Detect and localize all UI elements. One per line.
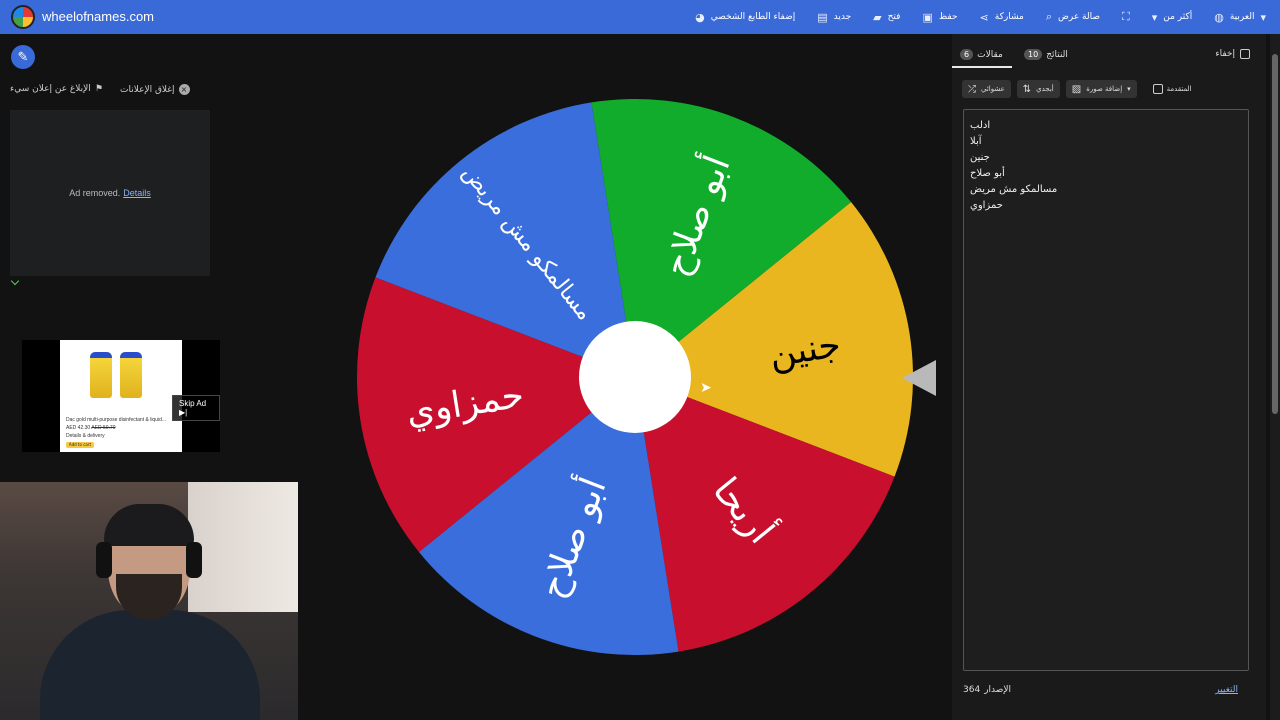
wheel-logo-icon[interactable] [11, 5, 35, 29]
product-image: Dac gold multi-purpose disinfectant & li… [60, 340, 182, 452]
close-ads-link[interactable]: إغلاق الإعلانات × [120, 84, 190, 95]
product-info: Dac gold multi-purpose disinfectant & li… [66, 417, 167, 439]
entries-count-badge: 6 [960, 49, 974, 60]
scroll-thumb[interactable] [1272, 54, 1278, 414]
image-icon: ▨ [1071, 83, 1082, 95]
entry-line: حمزاوي [970, 200, 1003, 211]
fullscreen-icon: ⛶ [1122, 10, 1130, 23]
hide-toggle[interactable]: إخفاء [1215, 49, 1250, 59]
nav-share[interactable]: ⋖ مشاركة [980, 11, 1024, 24]
panel-tabs: 6 مقالات 10 النتائج إخفاء [952, 44, 1266, 68]
sort-button[interactable]: ⇅ أبجدي [1016, 80, 1060, 98]
webcam-overlay [0, 482, 298, 720]
save-icon: ▣ [922, 10, 933, 24]
advanced-checkbox[interactable] [1152, 84, 1163, 94]
active-tab-indicator [952, 66, 1012, 68]
globe-icon: ◍ [1214, 10, 1224, 24]
headset-icon [96, 542, 112, 578]
adchoices-icon[interactable] [10, 276, 20, 286]
nav-more[interactable]: ▾ أكثر من [1152, 11, 1193, 24]
person-cap [104, 504, 194, 546]
hide-checkbox[interactable] [1240, 49, 1250, 59]
chevron-down-icon: ▾ [1260, 10, 1266, 24]
site-title[interactable]: wheelofnames.com [42, 9, 154, 24]
report-ad-link[interactable]: الإبلاغ عن إعلان سيء ⚑ [10, 84, 103, 94]
entries-toolbar: ⤮ عشوائي ⇅ أبجدي ▨ إضافة صورة ▾ المتقدمة [962, 80, 1192, 98]
sort-icon: ⇅ [1022, 83, 1032, 95]
nav-save[interactable]: ▣ حفظ [922, 11, 957, 24]
nav-language[interactable]: ◍ العربية ▾ [1214, 11, 1266, 24]
wheel-pointer-icon [902, 360, 936, 396]
entry-line: مسالمكو مش مريض [970, 184, 1058, 195]
video-ad[interactable]: Dac gold multi-purpose disinfectant & li… [22, 340, 220, 452]
close-icon: × [178, 84, 190, 95]
tab-results[interactable]: 10 النتائج [1024, 49, 1068, 60]
nav-customize[interactable]: ◕ إضفاء الطابع الشخصي [695, 11, 795, 24]
ad-details-link[interactable]: Details [123, 188, 151, 198]
nav-open[interactable]: ▰ فتح [873, 11, 900, 24]
bottle-icon [120, 352, 142, 398]
bottle-icon [90, 352, 112, 398]
entry-line: ادلب [970, 120, 991, 131]
add-image-button[interactable]: ▨ إضافة صورة ▾ [1065, 80, 1137, 98]
page-scrollbar[interactable] [1270, 34, 1280, 720]
edit-button[interactable]: ✎ [11, 45, 35, 69]
version-info: 364 الإصدار [963, 685, 1012, 695]
chevron-down-icon: ▾ [1151, 10, 1158, 24]
wheel-center[interactable] [579, 321, 691, 433]
top-navbar: wheelofnames.com ◍ العربية ▾ ▾ أكثر من ⛶ ⌕ ص… [0, 0, 1280, 34]
mouse-cursor-icon: ➤ [700, 380, 712, 396]
webcam-background [188, 482, 298, 612]
tab-entries[interactable]: 6 مقالات [960, 49, 1003, 60]
shuffle-icon: ⤮ [968, 83, 976, 95]
flag-icon: ⚑ [94, 84, 103, 94]
palette-icon: ◕ [695, 10, 705, 24]
advanced-toggle[interactable]: المتقدمة [1152, 84, 1192, 94]
person-body [40, 610, 260, 720]
wheel[interactable]: جنين أريحا أبو صلاح حمزاوي مسالمكو مش مريض أب… [354, 96, 916, 658]
nav-new[interactable]: ▤ جديد [817, 11, 851, 24]
entries-textarea[interactable]: ادلب آبلا جنين أبو صلاح مسالمكو مش مريض حمزاو… [963, 109, 1249, 671]
file-icon: ▤ [817, 10, 828, 24]
nav-fullscreen[interactable]: ⛶ [1122, 10, 1130, 24]
share-icon: ⋖ [979, 10, 989, 24]
shuffle-button[interactable]: ⤮ عشوائي [962, 80, 1011, 98]
folder-icon: ▰ [873, 10, 882, 24]
wheel-graphic[interactable] [354, 96, 916, 658]
ad-removed-box: Ad removed. Details [10, 110, 210, 276]
nav-gallery[interactable]: ⌕ صالة عرض [1046, 10, 1100, 24]
entries-panel: 6 مقالات 10 النتائج إخفاء ⤮ عشوائي ⇅ أبجدي… [952, 34, 1266, 720]
entry-line: جنين [970, 152, 990, 163]
skip-ad-button[interactable]: Skip Ad ▶| [172, 395, 220, 421]
results-count-badge: 10 [1024, 49, 1043, 60]
ad-removed-text: Ad removed. [69, 188, 121, 198]
changelog-link[interactable]: التغيير [1215, 685, 1238, 695]
chevron-down-icon: ▾ [1127, 85, 1131, 93]
nav-menu: ◍ العربية ▾ ▾ أكثر من ⛶ ⌕ صالة عرض ⋖ مشاركة ▣… [695, 0, 1266, 34]
entry-line: أبو صلاح [970, 168, 1005, 179]
add-to-cart-button[interactable]: Add to cart [66, 442, 94, 448]
search-icon: ⌕ [1045, 10, 1052, 23]
entry-line: آبلا [970, 136, 982, 147]
headset-icon [186, 542, 202, 578]
pencil-icon: ✎ [17, 49, 29, 65]
